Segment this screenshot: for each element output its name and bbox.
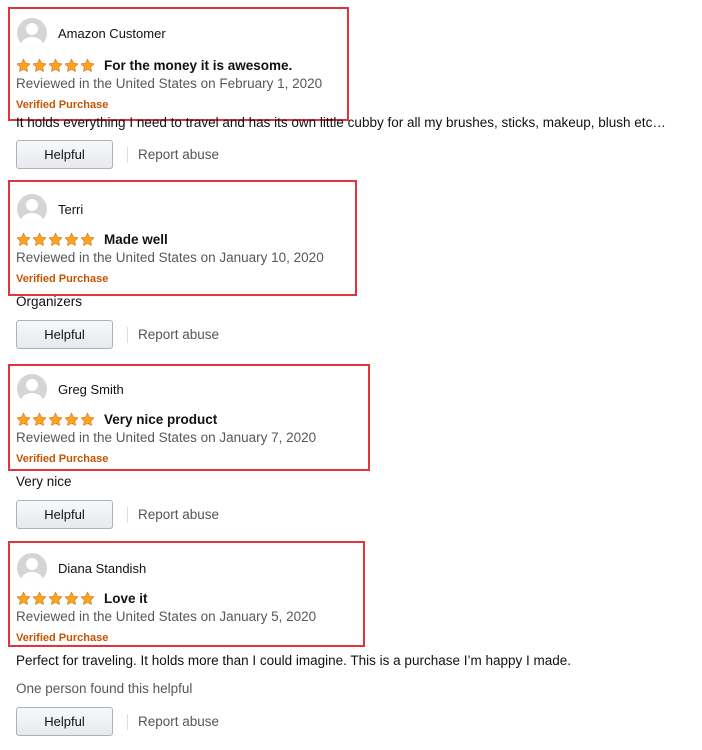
star-rating	[16, 412, 95, 427]
helpful-button[interactable]: Helpful	[16, 320, 113, 349]
reviewer-profile[interactable]: Greg Smith	[17, 374, 124, 404]
star-icon	[80, 412, 95, 426]
reviewer-name: Terri	[58, 201, 84, 217]
review-title-row[interactable]: Very nice product	[16, 410, 217, 428]
verified-purchase-badge: Verified Purchase	[16, 632, 109, 644]
review-date: Reviewed in the United States on January…	[16, 430, 317, 445]
review-body: Very nice	[16, 474, 72, 489]
report-abuse-link[interactable]: Report abuse	[138, 147, 219, 162]
star-rating	[16, 58, 95, 73]
star-icon	[48, 232, 63, 246]
star-icon	[64, 591, 79, 605]
star-icon	[16, 58, 31, 72]
action-separator	[127, 506, 128, 523]
action-separator	[127, 326, 128, 343]
star-rating	[16, 232, 95, 247]
star-icon	[32, 591, 47, 605]
star-icon	[64, 412, 79, 426]
reviewer-name: Greg Smith	[58, 381, 124, 397]
avatar-icon	[17, 194, 47, 224]
star-icon	[64, 58, 79, 72]
review-actions: Helpful Report abuse	[16, 707, 219, 736]
review-body: It holds everything I need to travel and…	[16, 115, 666, 130]
star-icon	[16, 232, 31, 246]
star-icon	[64, 232, 79, 246]
review-date: Reviewed in the United States on January…	[16, 609, 317, 624]
action-separator	[127, 713, 128, 730]
review-actions: Helpful Report abuse	[16, 320, 219, 349]
star-icon	[48, 591, 63, 605]
report-abuse-link[interactable]: Report abuse	[138, 327, 219, 342]
reviewer-name: Diana Standish	[58, 560, 147, 576]
review-title[interactable]: For the money it is awesome.	[104, 58, 292, 73]
review-title[interactable]: Very nice product	[104, 412, 217, 427]
reviewer-name: Amazon Customer	[58, 25, 166, 41]
verified-purchase-badge: Verified Purchase	[16, 273, 109, 285]
review-actions: Helpful Report abuse	[16, 140, 219, 169]
review-date: Reviewed in the United States on Februar…	[16, 76, 323, 91]
review-body: Organizers	[16, 294, 83, 309]
verified-purchase-badge: Verified Purchase	[16, 99, 109, 111]
review-date: Reviewed in the United States on January…	[16, 250, 324, 265]
helpful-button[interactable]: Helpful	[16, 500, 113, 529]
avatar-icon	[17, 553, 47, 583]
action-separator	[127, 146, 128, 163]
review-title-row[interactable]: Love it	[16, 589, 148, 607]
review-actions: Helpful Report abuse	[16, 500, 219, 529]
avatar-icon	[17, 18, 47, 48]
review-title-row[interactable]: For the money it is awesome.	[16, 56, 292, 74]
report-abuse-link[interactable]: Report abuse	[138, 714, 219, 729]
star-icon	[80, 232, 95, 246]
helpful-button[interactable]: Helpful	[16, 707, 113, 736]
review-title-row[interactable]: Made well	[16, 230, 168, 248]
star-icon	[16, 412, 31, 426]
star-icon	[32, 58, 47, 72]
report-abuse-link[interactable]: Report abuse	[138, 507, 219, 522]
review-body: Perfect for traveling. It holds more tha…	[16, 653, 572, 668]
star-icon	[80, 591, 95, 605]
reviewer-profile[interactable]: Diana Standish	[17, 553, 146, 583]
star-rating	[16, 591, 95, 606]
reviewer-profile[interactable]: Terri	[17, 194, 83, 224]
star-icon	[48, 412, 63, 426]
review-title[interactable]: Made well	[104, 232, 168, 247]
reviewer-profile[interactable]: Amazon Customer	[17, 18, 166, 48]
helpful-count-text: One person found this helpful	[16, 681, 193, 696]
star-icon	[32, 412, 47, 426]
verified-purchase-badge: Verified Purchase	[16, 453, 109, 465]
avatar-icon	[17, 374, 47, 404]
review-title[interactable]: Love it	[104, 591, 148, 606]
star-icon	[48, 58, 63, 72]
star-icon	[32, 232, 47, 246]
star-icon	[16, 591, 31, 605]
helpful-button[interactable]: Helpful	[16, 140, 113, 169]
star-icon	[80, 58, 95, 72]
